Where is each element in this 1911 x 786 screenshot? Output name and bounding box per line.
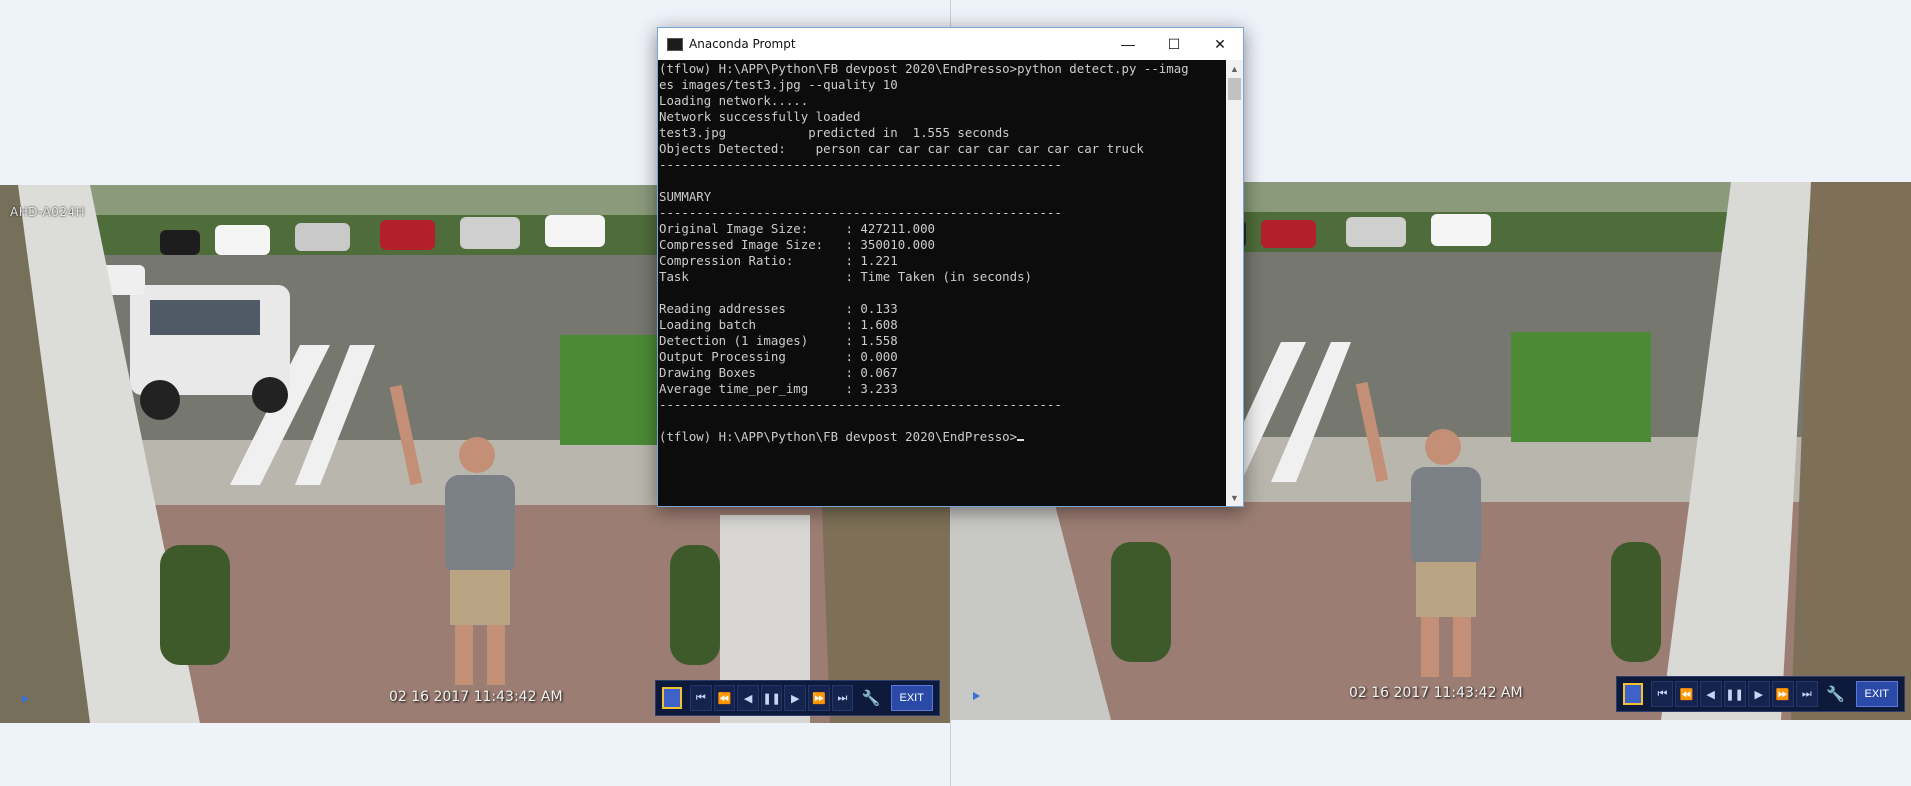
console-line: es images/test3.jpg --quality 10 xyxy=(659,77,898,92)
anaconda-prompt-window[interactable]: Anaconda Prompt — ☐ ✕ (tflow) H:\APP\Pyt… xyxy=(657,27,1244,507)
wrench-icon[interactable]: 🔧 xyxy=(1824,681,1848,707)
console-line: ----------------------------------------… xyxy=(659,157,1062,172)
play-marker-icon[interactable] xyxy=(973,692,980,700)
rewind-icon[interactable]: ⏪ xyxy=(1675,681,1698,707)
console-line: Average time_per_img : 3.233 xyxy=(659,381,898,396)
pause-icon[interactable]: ❚❚ xyxy=(1723,681,1746,707)
camera-label: AHD-A024H xyxy=(10,205,86,219)
step-forward-icon[interactable]: ▶ xyxy=(1747,681,1770,707)
terminal-icon xyxy=(667,37,683,51)
console-line: ----------------------------------------… xyxy=(659,397,1062,412)
console-line: ----------------------------------------… xyxy=(659,205,1062,220)
fast-forward-icon[interactable]: ⏩ xyxy=(1771,681,1794,707)
console-line: Compression Ratio: : 1.221 xyxy=(659,253,898,268)
console-line: Loading batch : 1.608 xyxy=(659,317,898,332)
step-back-icon[interactable]: ◀ xyxy=(737,685,759,711)
play-marker-icon[interactable] xyxy=(22,695,29,703)
console-line: (tflow) H:\APP\Python\FB devpost 2020\En… xyxy=(659,61,1189,76)
feed-timestamp: 02 16 2017 11:43:42 AM xyxy=(1349,685,1523,701)
console-line: Drawing Boxes : 0.067 xyxy=(659,365,898,380)
console-line: Objects Detected: person car car car car… xyxy=(659,141,1144,156)
fast-forward-icon[interactable]: ⏩ xyxy=(808,685,830,711)
console-line: Detection (1 images) : 1.558 xyxy=(659,333,898,348)
layout-grid-icon[interactable] xyxy=(1623,683,1644,705)
pause-icon[interactable]: ❚❚ xyxy=(760,685,783,711)
console-line: (tflow) H:\APP\Python\FB devpost 2020\En… xyxy=(659,429,1224,445)
scroll-thumb[interactable] xyxy=(1228,78,1241,100)
console-output[interactable]: (tflow) H:\APP\Python\FB devpost 2020\En… xyxy=(658,60,1225,506)
dvr-control-bar: ⏮ ⏪ ◀ ❚❚ ▶ ⏩ ⏭ 🔧 EXIT xyxy=(655,680,940,716)
console-line: Loading network..... xyxy=(659,93,809,108)
console-line: Output Processing : 0.000 xyxy=(659,349,898,364)
rewind-icon[interactable]: ⏪ xyxy=(713,685,736,711)
skip-back-icon[interactable]: ⏮ xyxy=(690,685,712,711)
minimize-button[interactable]: — xyxy=(1105,28,1151,60)
scroll-up-icon[interactable]: ▲ xyxy=(1226,60,1243,77)
console-line: SUMMARY xyxy=(659,189,712,204)
window-titlebar[interactable]: Anaconda Prompt — ☐ ✕ xyxy=(658,28,1243,60)
skip-forward-icon[interactable]: ⏭ xyxy=(1795,681,1818,707)
console-line: test3.jpg predicted in 1.555 seconds xyxy=(659,125,1010,140)
vertical-scrollbar[interactable]: ▲ ▼ xyxy=(1226,60,1243,506)
console-line: Reading addresses : 0.133 xyxy=(659,301,898,316)
scroll-down-icon[interactable]: ▼ xyxy=(1226,489,1243,506)
console-line: Network successfully loaded xyxy=(659,109,861,124)
step-forward-icon[interactable]: ▶ xyxy=(784,685,807,711)
text-cursor xyxy=(1017,439,1025,441)
close-button[interactable]: ✕ xyxy=(1197,28,1243,60)
dvr-control-bar: ⏮ ⏪ ◀ ❚❚ ▶ ⏩ ⏭ 🔧 EXIT xyxy=(1616,676,1905,712)
exit-button[interactable]: EXIT xyxy=(890,685,933,711)
skip-back-icon[interactable]: ⏮ xyxy=(1651,681,1674,707)
console-line: Compressed Image Size: : 350010.000 xyxy=(659,237,936,252)
layout-grid-icon[interactable] xyxy=(662,687,683,709)
console-line: Task : Time Taken (in seconds) xyxy=(659,269,1032,284)
exit-button[interactable]: EXIT xyxy=(1855,681,1898,707)
console-line: Original Image Size: : 427211.000 xyxy=(659,221,936,236)
maximize-button[interactable]: ☐ xyxy=(1151,28,1197,60)
step-back-icon[interactable]: ◀ xyxy=(1699,681,1722,707)
feed-timestamp: 02 16 2017 11:43:42 AM xyxy=(389,689,563,705)
skip-forward-icon[interactable]: ⏭ xyxy=(831,685,854,711)
window-title: Anaconda Prompt xyxy=(689,37,796,51)
wrench-icon[interactable]: 🔧 xyxy=(859,685,882,711)
